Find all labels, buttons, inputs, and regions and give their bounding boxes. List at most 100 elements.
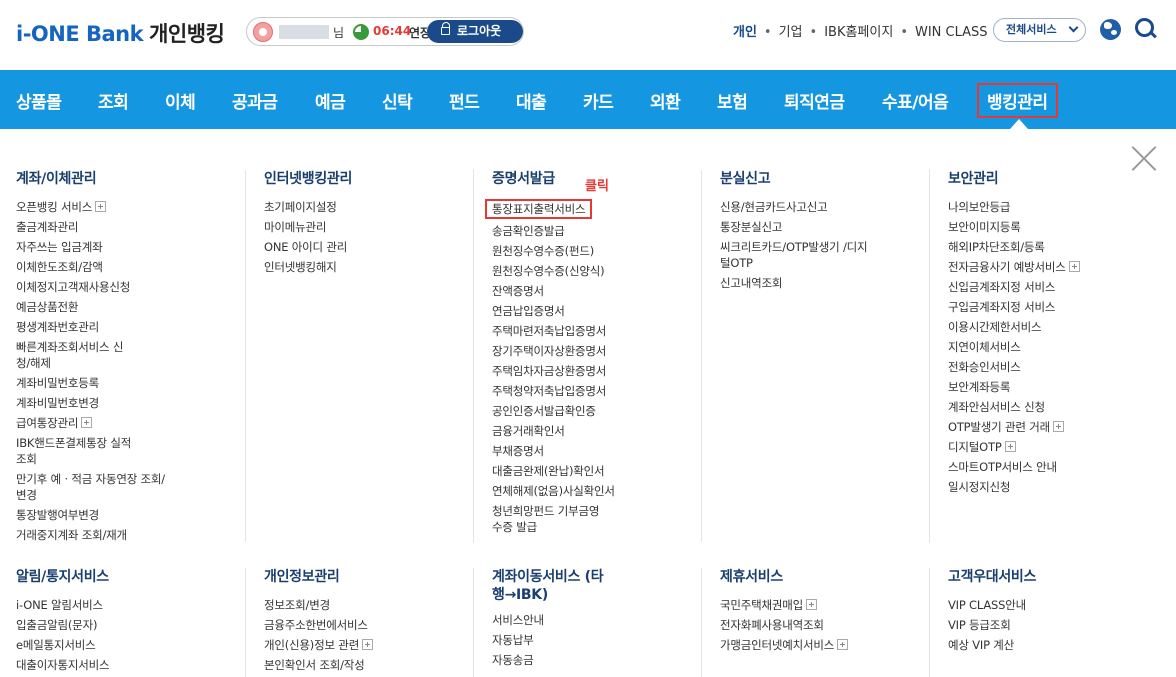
nav-item-forex[interactable]: 외환 [650, 88, 681, 113]
expand-plus-icon[interactable] [1004, 441, 1016, 452]
menu-item[interactable]: 신입금계좌지정 서비스 [948, 279, 1080, 295]
globe-icon[interactable] [1100, 19, 1121, 40]
menu-item[interactable]: 전화승인서비스 [948, 359, 1080, 375]
menu-item[interactable]: 일시정지신청 [948, 479, 1080, 495]
menu-item-passbook-cover-print[interactable]: 통장표지출력서비스 [485, 199, 615, 219]
bank-logo[interactable]: i-ONE Bank 개인뱅킹 [16, 18, 225, 48]
menu-item[interactable]: 주택청약저축납입증명서 [492, 383, 615, 399]
nav-item-insurance[interactable]: 보험 [717, 88, 748, 113]
menu-item[interactable]: 씨크리트카드/OTP발생기 /디지털OTP [720, 239, 870, 271]
menu-item[interactable]: 대출이자통지서비스 [16, 657, 110, 673]
top-link-win-class[interactable]: WIN CLASS [915, 25, 988, 40]
menu-item[interactable]: 주택임차자금상환증명서 [492, 363, 615, 379]
menu-item[interactable]: 국민주택채권매입 [720, 597, 848, 613]
top-link-business[interactable]: 기업 [779, 21, 803, 40]
menu-item[interactable]: 연금납입증명서 [492, 303, 615, 319]
nav-item-shop[interactable]: 상품몰 [16, 88, 62, 113]
nav-item-utilities[interactable]: 공과금 [232, 88, 278, 113]
menu-item[interactable]: 계좌비밀번호등록 [16, 375, 166, 391]
menu-item[interactable]: 본인확인서 조회/작성 [264, 657, 373, 673]
nav-item-inquiry[interactable]: 조회 [98, 88, 129, 113]
menu-item[interactable]: 보안계좌등록 [948, 379, 1080, 395]
expand-plus-icon[interactable] [81, 417, 93, 428]
menu-item[interactable]: 통장발행여부변경 [16, 507, 166, 523]
nav-item-banking-management[interactable]: 뱅킹관리 [977, 83, 1058, 118]
nav-item-loan[interactable]: 대출 [516, 88, 547, 113]
menu-item[interactable]: 개인(신용)정보 관련 [264, 637, 374, 653]
menu-item[interactable]: 거래중지계좌 조회/재개 [16, 527, 166, 543]
menu-item[interactable]: VIP CLASS안내 [948, 597, 1036, 613]
menu-item[interactable]: 대출금완제(완납)확인서 [492, 463, 615, 479]
nav-item-pension[interactable]: 퇴직연금 [784, 88, 845, 113]
menu-item[interactable]: 나의보안등급 [948, 199, 1080, 215]
menu-item[interactable]: 주택마련저축납입증명서 [492, 323, 615, 339]
menu-item[interactable]: 입출금알림(문자) [16, 617, 109, 633]
menu-item[interactable]: 이체정지고객재사용신청 [16, 279, 166, 295]
menu-item[interactable]: 스마트OTP서비스 안내 [948, 459, 1080, 475]
menu-item[interactable]: 인터넷뱅킹해지 [264, 259, 352, 275]
menu-item[interactable]: 이용시간제한서비스 [948, 319, 1080, 335]
nav-item-deposit[interactable]: 예금 [315, 88, 346, 113]
menu-item[interactable]: 자동송금 [492, 652, 604, 668]
nav-item-transfer[interactable]: 이체 [165, 88, 196, 113]
menu-item[interactable]: 정보조회/변경 [264, 597, 373, 613]
menu-item[interactable]: 장기주택이자상환증명서 [492, 343, 615, 359]
menu-item[interactable]: 전자금융사기 예방서비스 [948, 259, 1080, 275]
menu-item[interactable]: 예상 VIP 계산 [948, 637, 1036, 653]
menu-item[interactable]: 계좌안심서비스 신청 [948, 399, 1080, 415]
menu-item[interactable]: ONE 아이디 관리 [264, 239, 352, 255]
menu-item[interactable]: 오픈뱅킹 서비스 [16, 199, 166, 215]
menu-item[interactable]: 서비스안내 [492, 612, 604, 628]
logout-button[interactable]: 로그아웃 [427, 20, 523, 43]
menu-item[interactable]: 신용/현금카드사고신고 [720, 199, 870, 215]
menu-item[interactable]: 자주쓰는 입금계좌 [16, 239, 166, 255]
expand-plus-icon[interactable] [837, 639, 849, 650]
menu-item[interactable]: 평생계좌번호관리 [16, 319, 166, 335]
menu-item[interactable]: VIP 등급조회 [948, 617, 1036, 633]
menu-item[interactable]: 급여통장관리 [16, 415, 166, 431]
menu-item[interactable]: 계좌비밀번호변경 [16, 395, 166, 411]
menu-item[interactable]: OTP발생기 관련 거래 [948, 419, 1080, 435]
menu-icon[interactable] [1105, 163, 1125, 178]
menu-item[interactable]: 디지털OTP [948, 439, 1080, 455]
menu-item[interactable]: 청년희망펀드 기부금영수증 발급 [492, 503, 602, 535]
close-icon[interactable] [1131, 145, 1157, 171]
nav-item-fund[interactable]: 펀드 [449, 88, 480, 113]
top-link-personal[interactable]: 개인 [733, 21, 757, 40]
menu-item[interactable]: 구입금계좌지정 서비스 [948, 299, 1080, 315]
menu-item[interactable]: 잔액증명서 [492, 283, 615, 299]
menu-item[interactable]: 통장분실신고 [720, 219, 870, 235]
menu-item[interactable]: 만기후 예ㆍ적금 자동연장 조회/변경 [16, 471, 166, 503]
menu-item[interactable]: i-ONE 알림서비스 [16, 597, 109, 613]
expand-plus-icon[interactable] [1068, 261, 1080, 272]
menu-item[interactable]: 원천징수영수증(신양식) [492, 263, 615, 279]
menu-item[interactable]: 부채증명서 [492, 443, 615, 459]
menu-item[interactable]: 원천징수영수증(펀드) [492, 243, 615, 259]
menu-item[interactable]: 빠른계좌조회서비스 신청/해제 [16, 339, 134, 371]
top-link-ibk-home[interactable]: IBK홈페이지 [824, 21, 893, 40]
menu-item[interactable]: e메일통지서비스 [16, 637, 109, 653]
search-icon[interactable] [1135, 18, 1157, 40]
menu-item[interactable]: 이체한도조회/감액 [16, 259, 166, 275]
nav-item-checks[interactable]: 수표/어음 [882, 88, 949, 113]
nav-item-card[interactable]: 카드 [583, 88, 614, 113]
menu-item[interactable]: 초기페이지설정 [264, 199, 352, 215]
menu-item[interactable]: 공인인증서발급확인증 [492, 403, 615, 419]
menu-item[interactable]: 예금상품전환 [16, 299, 166, 315]
expand-plus-icon[interactable] [95, 201, 107, 212]
menu-item[interactable]: 해외IP차단조회/등록 [948, 239, 1080, 255]
menu-item[interactable]: 자동납부 [492, 632, 604, 648]
menu-item[interactable]: 전자화폐사용내역조회 [720, 617, 848, 633]
menu-item[interactable]: 신고내역조회 [720, 275, 870, 291]
menu-item[interactable]: 지연이체서비스 [948, 339, 1080, 355]
expand-plus-icon[interactable] [806, 599, 818, 610]
menu-item[interactable]: 출금계좌관리 [16, 219, 166, 235]
expand-plus-icon[interactable] [1052, 421, 1064, 432]
menu-item[interactable]: 송금확인증발급 [492, 223, 615, 239]
all-services-dropdown[interactable]: 전체서비스 [993, 18, 1086, 42]
expand-plus-icon[interactable] [362, 639, 374, 650]
menu-item[interactable]: 금융주소한번에서비스 [264, 617, 373, 633]
menu-item[interactable]: IBK핸드폰결제통장 실적조회 [16, 435, 134, 467]
menu-item[interactable]: 금융거래확인서 [492, 423, 615, 439]
menu-item[interactable]: 연체해제(없음)사실확인서 [492, 483, 615, 499]
